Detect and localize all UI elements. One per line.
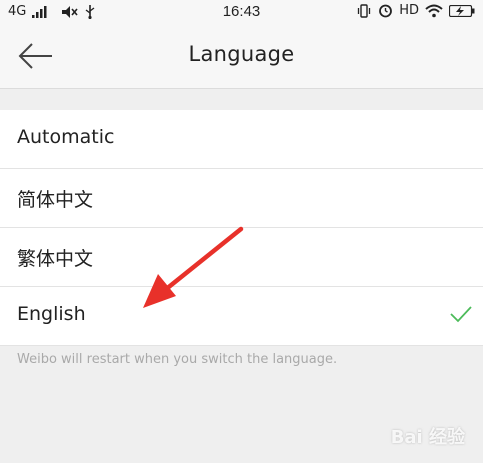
language-label: 简体中文 bbox=[17, 189, 94, 211]
language-label: English bbox=[17, 303, 86, 325]
language-item-automatic[interactable]: Automatic bbox=[0, 110, 483, 169]
language-item-simplified-chinese[interactable]: 简体中文 bbox=[0, 169, 483, 228]
language-list: Automatic 简体中文 繁体中文 English bbox=[0, 110, 483, 346]
status-right: HD bbox=[356, 3, 475, 18]
hd-indicator: HD bbox=[399, 3, 419, 18]
language-label: 繁体中文 bbox=[17, 248, 94, 270]
check-icon bbox=[450, 306, 472, 323]
page-title: Language bbox=[188, 42, 295, 66]
alarm-icon bbox=[379, 4, 393, 18]
language-item-traditional-chinese[interactable]: 繁体中文 bbox=[0, 228, 483, 287]
wifi-icon bbox=[425, 4, 443, 17]
language-label: Automatic bbox=[17, 126, 115, 148]
battery-charging-icon bbox=[449, 4, 475, 17]
vibrate-icon bbox=[358, 3, 371, 18]
restart-note: Weibo will restart when you switch the l… bbox=[17, 352, 338, 367]
status-bar: 4G 16:43 HD bbox=[0, 0, 483, 24]
watermark: Bai 经验 bbox=[390, 427, 465, 448]
language-item-english[interactable]: English bbox=[0, 287, 483, 346]
app-bar: Language bbox=[0, 24, 483, 89]
